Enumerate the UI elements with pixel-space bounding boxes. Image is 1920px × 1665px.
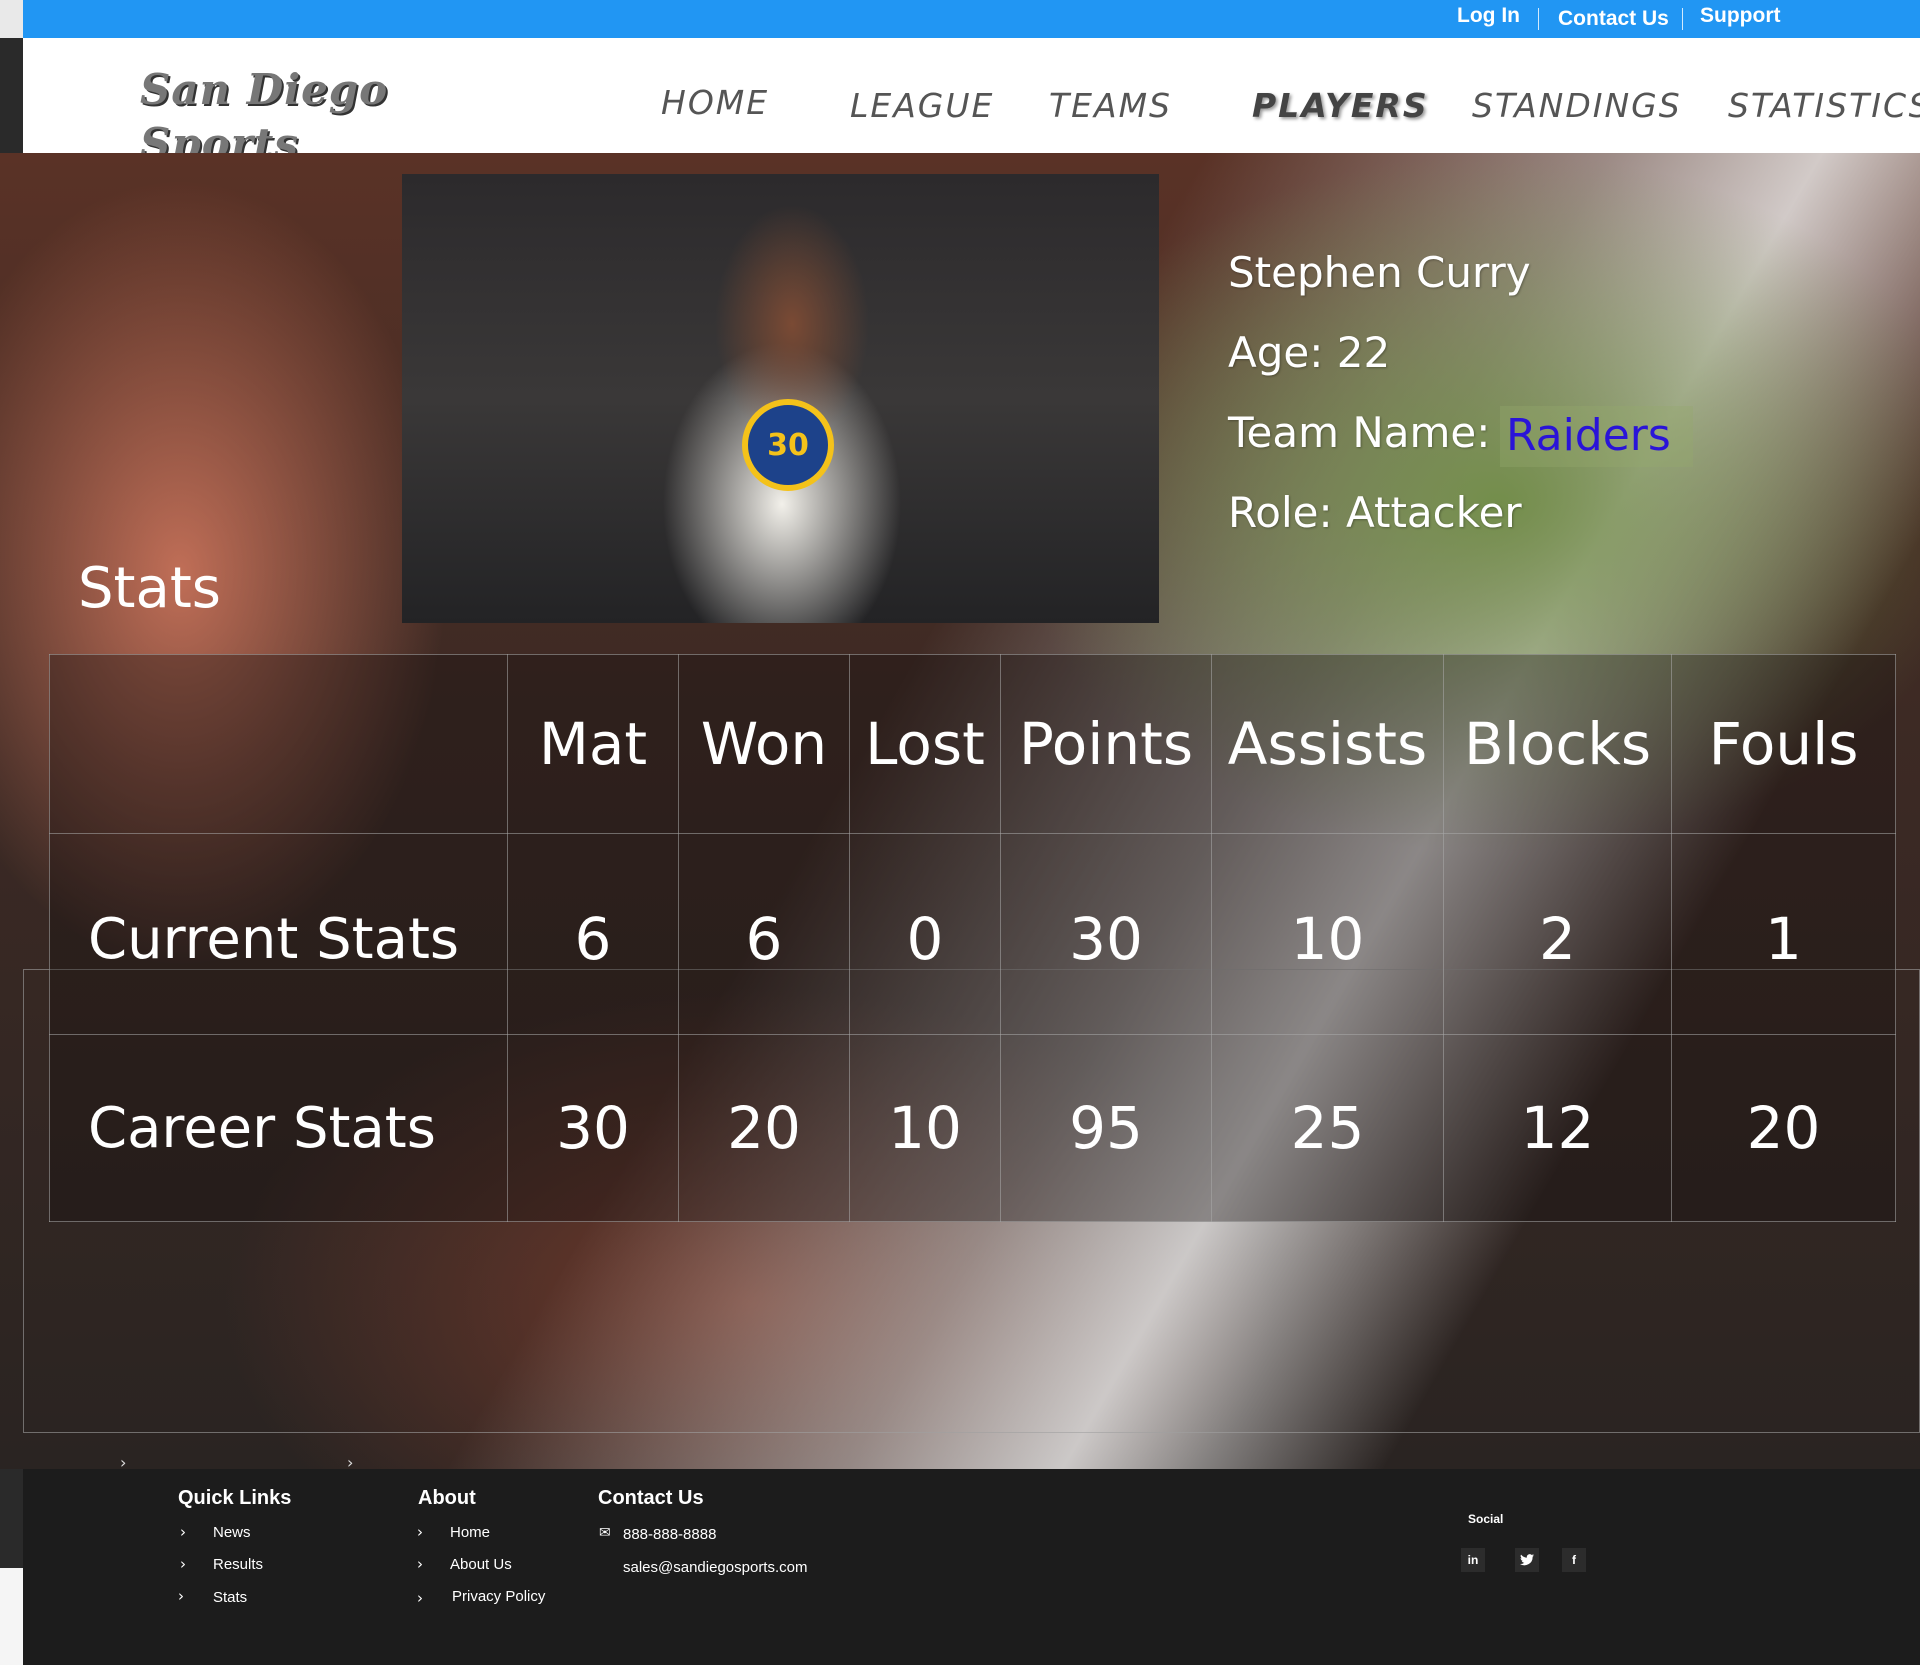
- footer-contact-title: Contact Us: [598, 1487, 704, 1509]
- column-header: Fouls: [1671, 654, 1896, 834]
- divider: [1682, 8, 1683, 30]
- chevron-right-icon: ›: [417, 1589, 423, 1607]
- table-row: Career Stats 30 20 10 95 25 12 20: [49, 1034, 1896, 1222]
- row-label-career: Career Stats: [49, 1034, 508, 1222]
- footer-quick-links-title: Quick Links: [178, 1487, 292, 1509]
- chevron-right-icon: ›: [180, 1555, 186, 1573]
- nav-teams[interactable]: TEAMS: [1049, 86, 1172, 125]
- envelope-icon: ✉: [599, 1525, 611, 1541]
- nav-players[interactable]: PLAYERS: [1252, 86, 1429, 125]
- footer-link-home[interactable]: Home: [450, 1524, 490, 1541]
- table-cell: 12: [1443, 1034, 1672, 1222]
- footer-link-stats[interactable]: Stats: [213, 1589, 247, 1606]
- support-link[interactable]: Support: [1700, 4, 1780, 28]
- stats-table: Mat Won Lost Points Assists Blocks Fouls…: [49, 654, 1896, 1222]
- login-link[interactable]: Log In: [1457, 4, 1520, 28]
- column-header: Won: [678, 654, 850, 834]
- divider: [1538, 8, 1539, 30]
- footer-link-privacy-policy[interactable]: Privacy Policy: [452, 1588, 545, 1605]
- top-utility-bar: Log In Contact Us Support: [23, 0, 1920, 39]
- logo-line-1[interactable]: San Diego: [140, 65, 388, 114]
- player-age: Age: 22: [1228, 328, 1391, 377]
- column-header: Points: [1000, 654, 1212, 834]
- table-row: Current Stats 6 6 0 30 10 2 1: [49, 833, 1896, 1035]
- player-role: Role: Attacker: [1228, 488, 1522, 537]
- nav-league[interactable]: LEAGUE: [850, 86, 994, 125]
- nav-statistics[interactable]: STATISTICS: [1728, 86, 1920, 125]
- table-cell: 6: [507, 833, 679, 1035]
- table-cell: 20: [678, 1034, 850, 1222]
- table-cell: 10: [849, 1034, 1001, 1222]
- row-label-current: Current Stats: [49, 833, 508, 1035]
- table-header-row: Mat Won Lost Points Assists Blocks Fouls: [49, 654, 1896, 834]
- footer-link-about-us[interactable]: About Us: [450, 1556, 512, 1573]
- footer-social-title: Social: [1468, 1512, 1504, 1526]
- twitter-icon[interactable]: [1515, 1548, 1539, 1572]
- nav-standings[interactable]: STANDINGS: [1472, 86, 1682, 125]
- team-name-label: Team Name:: [1228, 408, 1491, 457]
- footer-phone[interactable]: 888-888-8888: [623, 1526, 716, 1543]
- column-header: Blocks: [1443, 654, 1672, 834]
- facebook-icon[interactable]: f: [1562, 1548, 1586, 1572]
- player-photo: 30: [402, 174, 1159, 623]
- left-gutter-bottom: [0, 1568, 23, 1665]
- table-cell: 6: [678, 833, 850, 1035]
- nav-home[interactable]: HOME: [661, 83, 769, 122]
- table-cell: 95: [1000, 1034, 1212, 1222]
- table-cell: 10: [1211, 833, 1444, 1035]
- column-header: Lost: [849, 654, 1001, 834]
- chevron-right-icon: ›: [178, 1587, 184, 1605]
- table-cell: 25: [1211, 1034, 1444, 1222]
- jersey-number-badge: 30: [742, 399, 834, 491]
- column-header: Assists: [1211, 654, 1444, 834]
- table-cell: 1: [1671, 833, 1896, 1035]
- chevron-right-icon: ›: [180, 1523, 186, 1541]
- column-header: Mat: [507, 654, 679, 834]
- table-cell: 2: [1443, 833, 1672, 1035]
- chevron-right-icon: ›: [417, 1555, 423, 1573]
- team-name-link[interactable]: Raiders: [1500, 406, 1693, 467]
- footer-link-news[interactable]: News: [213, 1524, 251, 1541]
- site-footer: Quick Links › News › Results › Stats Abo…: [23, 1469, 1920, 1665]
- linkedin-icon[interactable]: in: [1461, 1548, 1485, 1572]
- table-cell: 0: [849, 833, 1001, 1035]
- player-name: Stephen Curry: [1228, 248, 1531, 297]
- table-corner-cell: [49, 654, 508, 834]
- table-cell: 30: [1000, 833, 1212, 1035]
- contact-us-link[interactable]: Contact Us: [1558, 7, 1669, 31]
- footer-about-title: About: [418, 1487, 476, 1509]
- table-cell: 30: [507, 1034, 679, 1222]
- footer-link-results[interactable]: Results: [213, 1556, 263, 1573]
- chevron-right-icon: ›: [417, 1523, 423, 1541]
- site-header: San Diego Sports HOME LEAGUE TEAMS PLAYE…: [23, 38, 1920, 168]
- footer-email[interactable]: sales@sandiegosports.com: [623, 1559, 807, 1576]
- table-cell: 20: [1671, 1034, 1896, 1222]
- stats-heading: Stats: [78, 556, 221, 621]
